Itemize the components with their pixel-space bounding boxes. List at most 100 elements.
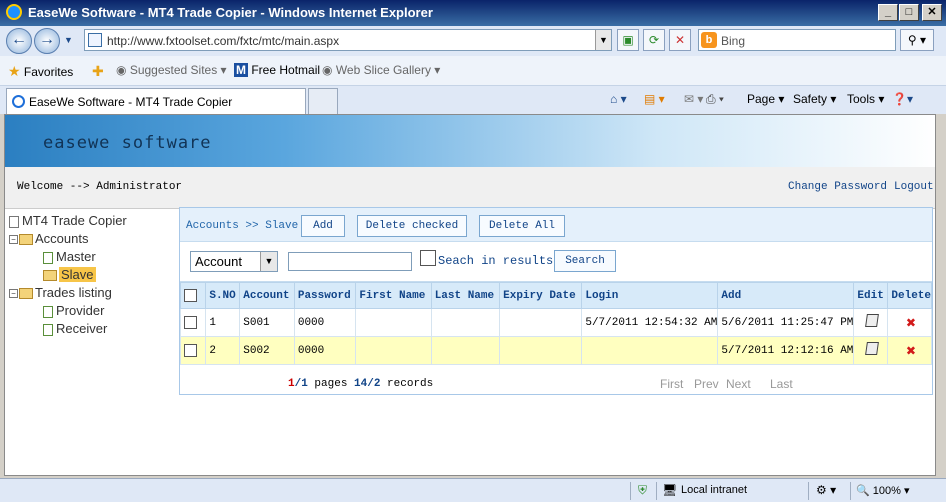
search-button[interactable]: Search	[554, 250, 616, 272]
tree-root[interactable]: MT4 Trade Copier	[9, 213, 127, 228]
action-toolbar: Accounts >> Slave Add Delete checked Del…	[180, 208, 932, 242]
row-checkbox[interactable]	[184, 315, 197, 329]
folder-icon	[19, 288, 33, 300]
cell-password: 0000	[293, 308, 357, 337]
delete-icon[interactable]: ✖	[906, 315, 916, 333]
bing-icon: b	[701, 32, 717, 48]
search-placeholder[interactable]: Bing	[721, 34, 745, 48]
accounts-table: S.NO Account Password First Name Last Na…	[179, 282, 932, 365]
select-all-checkbox[interactable]	[184, 288, 197, 302]
nav-tree: MT4 Trade Copier − Accounts Master Slave …	[5, 209, 177, 475]
mail-icon[interactable]: ✉ ▾	[684, 92, 703, 106]
edit-icon[interactable]	[865, 342, 880, 355]
document-icon	[43, 305, 53, 318]
ie-logo-icon	[6, 4, 22, 20]
site-logo: easewe software	[43, 133, 212, 153]
row-checkbox[interactable]	[184, 343, 197, 357]
col-add[interactable]: Add	[717, 282, 855, 309]
history-dropdown-icon[interactable]: ▼	[64, 35, 73, 45]
chevron-down-icon[interactable]: ▼	[260, 252, 277, 271]
col-expiry-date[interactable]: Expiry Date	[499, 282, 583, 309]
pager-prev[interactable]: Prev	[694, 377, 719, 391]
delete-icon[interactable]: ✖	[906, 343, 916, 361]
address-dropdown-icon[interactable]: ▼	[595, 30, 611, 50]
divider	[630, 482, 631, 500]
tree-receiver[interactable]: Receiver	[43, 321, 107, 336]
fav-free-hotmail[interactable]: M Free Hotmail	[234, 63, 320, 77]
address-bar[interactable]: http://www.fxtoolset.com/fxtc/mtc/main.a…	[84, 29, 612, 51]
table-row: 2 S002 0000 5/7/2011 12:12:16 AM ✖	[179, 336, 932, 365]
col-login[interactable]: Login	[581, 282, 719, 309]
home-icon[interactable]: ⌂ ▾	[610, 92, 627, 106]
close-window-button[interactable]: ✕	[922, 4, 942, 21]
select-all-header[interactable]	[179, 282, 207, 309]
row-select[interactable]	[179, 336, 207, 365]
col-sno[interactable]: S.NO	[205, 282, 241, 309]
security-settings-icon[interactable]: ⚙ ▾	[816, 483, 836, 497]
back-button[interactable]: ←	[6, 28, 32, 54]
document-icon	[43, 251, 53, 264]
safety-menu[interactable]: Safety ▾	[793, 92, 836, 106]
cell-account: S001	[239, 308, 295, 337]
feeds-icon[interactable]: ▤ ▾	[644, 92, 665, 106]
add-button[interactable]: Add	[301, 215, 345, 237]
search-icon[interactable]: ⚲ ▾	[900, 29, 934, 51]
refresh-icon[interactable]: ⟳	[643, 29, 665, 51]
delete-checked-button[interactable]: Delete checked	[357, 215, 467, 237]
tree-accounts[interactable]: − Accounts	[9, 231, 88, 246]
page-menu[interactable]: Page ▾	[747, 92, 784, 106]
pager-last[interactable]: Last	[770, 377, 793, 391]
tab-bar: EaseWe Software - MT4 Trade Copier ⌂ ▾ ▤…	[0, 86, 946, 114]
delete-cell[interactable]: ✖	[887, 336, 932, 365]
zoom-control[interactable]: 🔍 100% ▾	[856, 484, 909, 497]
pager: 1/1 pages 14/2 records First Prev Next L…	[180, 374, 932, 394]
delete-cell[interactable]: ✖	[887, 308, 932, 337]
pager-next[interactable]: Next	[726, 377, 751, 391]
favorites-button[interactable]: ★ Favorites	[8, 63, 73, 80]
maximize-button[interactable]: □	[899, 4, 919, 21]
search-in-results-checkbox[interactable]	[420, 250, 436, 266]
delete-all-button[interactable]: Delete All	[479, 215, 565, 237]
edit-cell[interactable]	[853, 336, 889, 365]
zone-label: Local intranet	[681, 484, 748, 496]
site-banner: easewe software	[5, 115, 935, 167]
document-icon	[43, 323, 53, 336]
col-password[interactable]: Password	[293, 282, 357, 309]
url-text[interactable]: http://www.fxtoolset.com/fxtc/mtc/main.a…	[107, 34, 339, 48]
edit-icon[interactable]	[865, 314, 880, 327]
favorites-bar: ★ Favorites ✚ ◉ Suggested Sites ▾ M Free…	[0, 56, 946, 86]
search-box[interactable]: b Bing	[698, 29, 896, 51]
fav-web-slice-gallery[interactable]: ◉ Web Slice Gallery ▾	[322, 63, 440, 77]
print-icon[interactable]: ⎙ ▾	[706, 92, 724, 107]
col-last-name[interactable]: Last Name	[430, 282, 501, 309]
tree-trades-listing[interactable]: − Trades listing	[9, 285, 112, 300]
tools-menu[interactable]: Tools ▾	[847, 92, 884, 106]
compatibility-view-icon[interactable]: ▣	[617, 29, 639, 51]
col-first-name[interactable]: First Name	[355, 282, 432, 309]
protected-mode-icon: ⛨	[638, 483, 648, 497]
tree-slave[interactable]: Slave	[43, 267, 96, 282]
col-account[interactable]: Account	[239, 282, 295, 309]
tree-master[interactable]: Master	[43, 249, 96, 264]
forward-button[interactable]: →	[34, 28, 60, 54]
root-icon	[9, 215, 19, 228]
tab-active[interactable]: EaseWe Software - MT4 Trade Copier	[6, 88, 306, 114]
window-title: EaseWe Software - MT4 Trade Copier - Win…	[28, 5, 433, 20]
new-tab-button[interactable]	[308, 88, 338, 114]
change-password-link[interactable]: Change Password	[788, 181, 887, 193]
logout-link[interactable]: Logout	[894, 181, 934, 193]
fav-suggested-sites[interactable]: ◉ Suggested Sites ▾	[116, 63, 227, 77]
minimize-button[interactable]: _	[878, 4, 898, 21]
search-input[interactable]	[288, 252, 412, 271]
page-icon	[88, 33, 102, 47]
add-favorite-icon[interactable]: ✚	[92, 63, 104, 80]
tree-provider[interactable]: Provider	[43, 303, 104, 318]
breadcrumb: Accounts >> Slave	[186, 220, 299, 232]
pager-first[interactable]: First	[660, 377, 683, 391]
help-icon[interactable]: ❓▾	[892, 92, 913, 106]
row-select[interactable]	[179, 308, 207, 337]
stop-icon[interactable]: ✕	[669, 29, 691, 51]
cell-last-name	[430, 308, 501, 337]
filter-field-select[interactable]: Account ▼	[190, 251, 278, 272]
edit-cell[interactable]	[853, 308, 889, 337]
